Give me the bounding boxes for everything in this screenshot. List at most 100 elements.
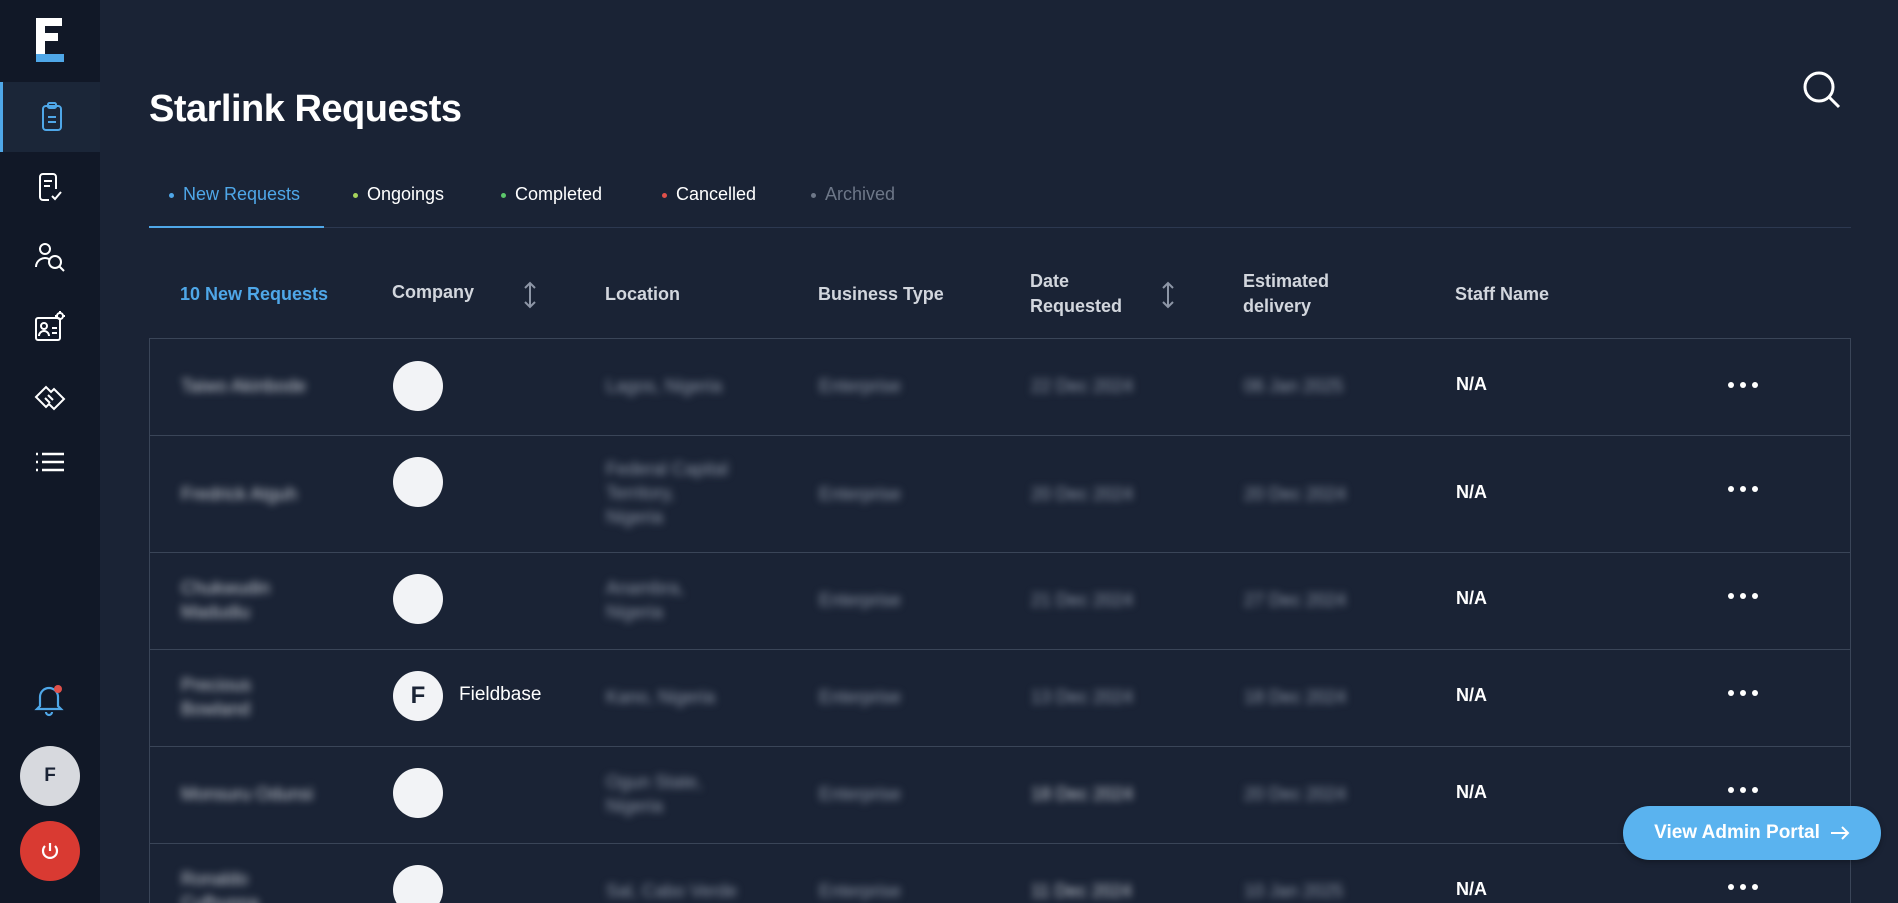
- table-row[interactable]: Precious Bowland F Fieldbase Kano, Niger…: [149, 649, 1851, 746]
- nav-user-search[interactable]: [0, 222, 100, 292]
- column-date-requested-line2: Requested: [1030, 296, 1123, 316]
- request-count: 10 New Requests: [180, 284, 329, 304]
- tab-ongoings[interactable]: Ongoings: [353, 170, 444, 228]
- tab-dot: [169, 193, 174, 198]
- view-admin-portal-button[interactable]: View Admin Portal: [1623, 806, 1881, 860]
- estimated-delivery-cell: 20 Dec 2024: [1244, 484, 1347, 504]
- name-line: Madudiu: [181, 602, 251, 622]
- table-row[interactable]: Chukwudin Madudiu Anambra, Nigeria Enter…: [149, 552, 1851, 649]
- column-date-requested: Date Requested: [1030, 269, 1122, 319]
- staff-name-cell: N/A: [1456, 685, 1487, 705]
- nav-list[interactable]: [0, 427, 100, 497]
- dot: [1728, 787, 1734, 793]
- location-line: Anambra,: [606, 578, 685, 598]
- search-button[interactable]: [1800, 68, 1844, 112]
- dot: [1728, 690, 1734, 696]
- date-requested-cell: 21 Dec 2024: [1031, 590, 1134, 610]
- company-logo: F: [393, 671, 443, 721]
- tab-label: Cancelled: [676, 184, 757, 204]
- date-requested-cell: 18 Dec 2024: [1031, 784, 1134, 804]
- tab-archived[interactable]: Archived: [811, 170, 895, 228]
- dot: [1740, 787, 1746, 793]
- business-type-cell: Enterprise: [819, 687, 902, 707]
- location-line: Nigeria: [606, 796, 664, 816]
- search-icon: [1803, 71, 1841, 109]
- arrow-right-icon: [1830, 826, 1850, 840]
- table-row[interactable]: Ronaldo Cufhunna Sal, Cabo Verde Enterpr…: [149, 843, 1851, 903]
- name-line: Cufhunna: [181, 893, 260, 903]
- requester-name: Monsuru Odunsi: [181, 784, 314, 804]
- business-type-cell: Enterprise: [819, 881, 902, 901]
- handshake-icon: [34, 385, 66, 411]
- user-avatar[interactable]: F: [20, 746, 80, 806]
- column-estimated-delivery-line1: Estimated: [1243, 271, 1330, 291]
- row-actions-button[interactable]: [1728, 375, 1758, 395]
- column-staff-name: Staff Name: [1455, 284, 1550, 304]
- company-name: Fieldbase: [459, 684, 542, 705]
- dot: [1752, 787, 1758, 793]
- requester-name: Chukwudin Madudiu: [181, 576, 270, 624]
- row-actions-button[interactable]: [1728, 877, 1758, 897]
- date-requested-cell: 11 Dec 2024: [1031, 881, 1132, 901]
- row-actions-button[interactable]: [1728, 479, 1758, 499]
- row-actions-button[interactable]: [1728, 780, 1758, 800]
- fieldbase-logo[interactable]: [36, 18, 64, 62]
- logout-button[interactable]: [20, 821, 80, 881]
- table-row[interactable]: Fredrick Atguh Federal Capital Territory…: [149, 435, 1851, 552]
- estimated-delivery-cell: 18 Dec 2024: [1244, 687, 1347, 707]
- dot: [1728, 593, 1734, 599]
- nav-requests[interactable]: [0, 82, 100, 152]
- company-logo: [393, 457, 443, 507]
- admin-button-label: View Admin Portal: [1654, 822, 1820, 843]
- column-company: Company: [392, 282, 475, 302]
- dot: [1752, 884, 1758, 890]
- name-line: Bowland: [181, 699, 251, 719]
- row-actions-button[interactable]: [1728, 683, 1758, 703]
- sidebar: F: [0, 0, 100, 903]
- requester-name: Fredrick Atguh: [181, 484, 298, 504]
- estimated-delivery-cell: 10 Jan 2025: [1244, 881, 1344, 901]
- dot: [1740, 593, 1746, 599]
- staff-name-cell: N/A: [1456, 482, 1487, 502]
- tab-dot: [811, 193, 816, 198]
- user-search-icon: [35, 243, 65, 272]
- location-cell: Sal, Cabo Verde: [606, 881, 738, 901]
- staff-name-cell: N/A: [1456, 879, 1487, 899]
- business-type-cell: Enterprise: [819, 590, 902, 610]
- requester-name: Precious Bowland: [181, 673, 251, 721]
- column-date-requested-line1: Date: [1030, 271, 1070, 291]
- nav-partners[interactable]: [0, 362, 100, 432]
- estimated-delivery-cell: 06 Jan 2025: [1244, 376, 1344, 396]
- estimated-delivery-cell: 27 Dec 2024: [1244, 590, 1347, 610]
- dot: [1740, 382, 1746, 388]
- location-line: Territory,: [606, 483, 675, 503]
- dot: [1728, 382, 1734, 388]
- name-line: Ronaldo: [181, 869, 249, 889]
- dot: [1740, 690, 1746, 696]
- table-row[interactable]: Monsuru Odunsi Ogun State, Nigeria Enter…: [149, 746, 1851, 843]
- table-row[interactable]: Taiwo Akinbode Lagos, Nigeria Enterprise…: [149, 338, 1851, 435]
- tab-completed[interactable]: Completed: [501, 170, 602, 228]
- page-title: Starlink Requests: [149, 88, 462, 130]
- notifications-button[interactable]: [28, 678, 70, 720]
- dot: [1752, 593, 1758, 599]
- requester-name: Ronaldo Cufhunna: [181, 867, 259, 903]
- sort-icon[interactable]: [1160, 280, 1176, 310]
- sort-icon[interactable]: [522, 280, 538, 310]
- nav-documents[interactable]: [0, 152, 100, 222]
- estimated-delivery-cell: 20 Dec 2024: [1244, 784, 1347, 804]
- contact-settings-icon: [35, 311, 65, 341]
- dot: [1752, 382, 1758, 388]
- power-icon: [41, 843, 59, 859]
- date-requested-cell: 20 Dec 2024: [1031, 484, 1134, 504]
- tab-cancelled[interactable]: Cancelled: [662, 170, 756, 228]
- business-type-cell: Enterprise: [819, 784, 902, 804]
- row-actions-button[interactable]: [1728, 586, 1758, 606]
- status-tabs: New Requests Ongoings Completed Cancelle…: [149, 170, 1851, 228]
- requester-name: Taiwo Akinbode: [181, 376, 307, 396]
- location-cell: Ogun State, Nigeria: [606, 770, 702, 818]
- tab-new-requests[interactable]: New Requests: [149, 170, 324, 228]
- location-line: Nigeria: [606, 507, 664, 527]
- nav-contact-settings[interactable]: [0, 292, 100, 362]
- business-type-cell: Enterprise: [819, 484, 902, 504]
